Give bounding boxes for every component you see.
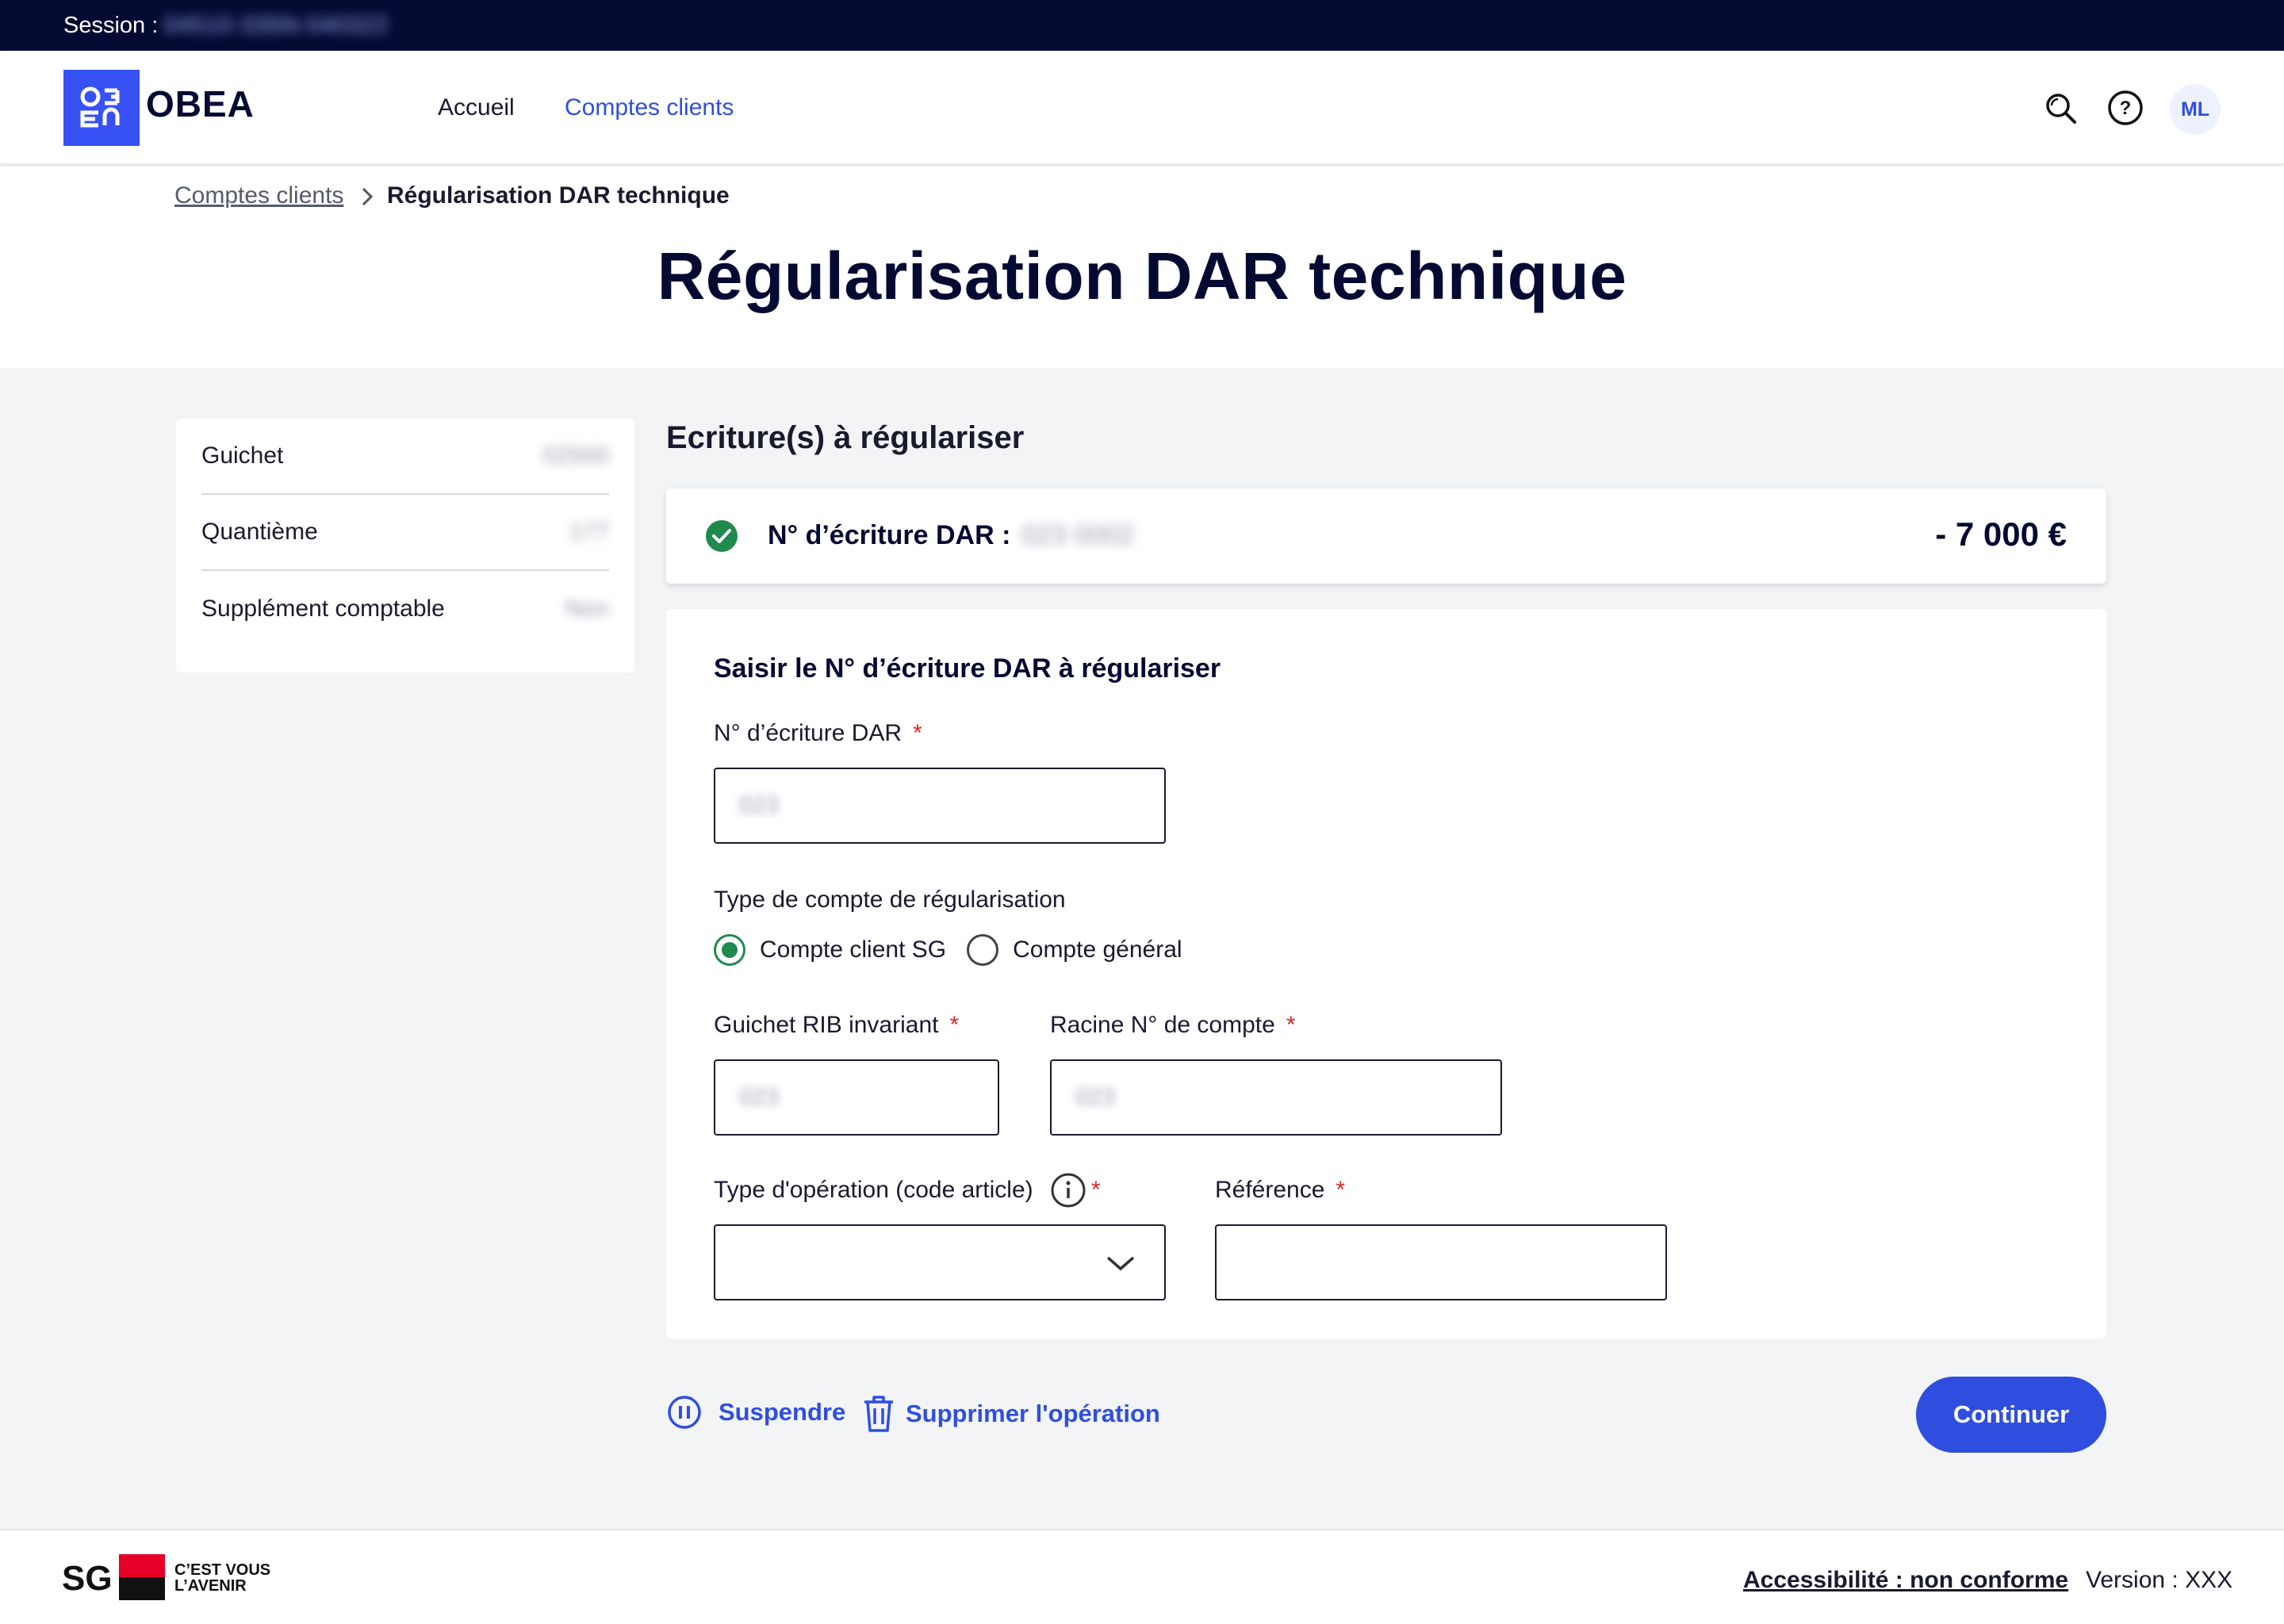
chevron-right-icon xyxy=(358,182,377,215)
racine-label-text: Racine N° de compte xyxy=(1050,1012,1275,1038)
racine-placeholder: 023 xyxy=(1075,1084,1116,1110)
operation-type-label: Type d'opération (code article) xyxy=(714,1177,1033,1204)
radio-compte-general[interactable] xyxy=(967,934,999,966)
breadcrumb-current: Régularisation DAR technique xyxy=(387,182,730,209)
info-icon[interactable] xyxy=(1050,1172,1086,1208)
summary-card: Guichet 02500 Quantième 177 Supplément c… xyxy=(176,419,634,672)
summary-value: Non xyxy=(565,596,609,622)
sg-slogan-line2: L’AVENIR xyxy=(174,1577,247,1595)
guichet-rib-input[interactable]: 023 xyxy=(714,1059,999,1136)
trash-icon xyxy=(864,1396,893,1432)
required-marker: * xyxy=(1286,1012,1296,1038)
summary-label: Guichet xyxy=(201,442,284,469)
delete-operation-button[interactable]: Supprimer l'opération xyxy=(861,1394,1160,1434)
guichet-rib-placeholder: 023 xyxy=(739,1084,780,1110)
suspend-button[interactable]: Suspendre xyxy=(666,1394,845,1431)
app-header: OBEA Accueil Comptes clients ? ML xyxy=(0,51,2284,165)
dar-entry-card: N° d’écriture DAR : 023 0002 - 7 000 € xyxy=(666,488,2106,584)
delete-operation-label[interactable]: Supprimer l'opération xyxy=(906,1400,1160,1428)
sg-slogan-line1: C’EST VOUS xyxy=(174,1561,271,1579)
required-marker: * xyxy=(913,720,922,746)
footer: SG C’EST VOUS L’AVENIR Accessibilité : n… xyxy=(0,1529,2284,1624)
dar-number-label: N° d’écriture DAR * xyxy=(714,720,922,747)
dar-entry-number: 023 0002 xyxy=(1021,520,1134,550)
sg-flag-logo xyxy=(119,1554,165,1600)
sg-slogan: C’EST VOUS L’AVENIR xyxy=(174,1562,270,1594)
search-icon[interactable] xyxy=(2040,87,2081,128)
reference-label-text: Référence xyxy=(1215,1177,1325,1203)
summary-label: Quantième xyxy=(201,519,318,545)
required-marker: * xyxy=(1091,1177,1101,1203)
accessibility-link[interactable]: Accessibilité : non conforme xyxy=(1743,1567,2068,1594)
account-type-radio-group: Compte client SG Compte général xyxy=(714,934,1203,966)
session-label: Session : xyxy=(63,12,159,38)
regularisation-form: Saisir le N° d’écriture DAR à régularise… xyxy=(666,609,2106,1339)
reference-input[interactable] xyxy=(1215,1224,1667,1300)
help-icon[interactable]: ? xyxy=(2105,87,2146,128)
operation-type-select[interactable] xyxy=(714,1224,1166,1300)
account-type-label: Type de compte de régularisation xyxy=(714,887,1066,913)
racine-label: Racine N° de compte * xyxy=(1050,1012,1296,1039)
check-circle-icon xyxy=(704,519,739,557)
nav-home[interactable]: Accueil xyxy=(438,94,515,121)
brand-name: OBEA xyxy=(146,83,255,124)
radio-label[interactable]: Compte client SG xyxy=(760,936,946,963)
dar-number-placeholder: 023 xyxy=(739,792,780,818)
section-title: Ecriture(s) à régulariser xyxy=(666,420,1025,455)
nav-client-accounts[interactable]: Comptes clients xyxy=(565,94,734,121)
dar-number-label-text: N° d’écriture DAR xyxy=(714,720,902,746)
required-marker: * xyxy=(949,1012,960,1038)
summary-row-supplement: Supplément comptable Non xyxy=(201,571,609,647)
summary-label: Supplément comptable xyxy=(201,596,445,622)
required-marker: * xyxy=(1336,1177,1346,1203)
session-bar: Session : 04510-335N-040322 xyxy=(0,0,2284,51)
summary-value: 177 xyxy=(569,519,609,545)
radio-compte-client-sg[interactable] xyxy=(714,934,745,966)
dar-entry-label: N° d’écriture DAR : xyxy=(768,520,1011,550)
svg-text:?: ? xyxy=(2120,98,2132,119)
user-avatar[interactable]: ML xyxy=(2170,84,2221,135)
continue-button[interactable]: Continuer xyxy=(1916,1377,2106,1453)
summary-value: 02500 xyxy=(542,442,609,469)
version-text: Version : XXX xyxy=(2086,1567,2233,1593)
operation-type-label-text: Type d'opération (code article) xyxy=(714,1177,1033,1203)
suspend-label[interactable]: Suspendre xyxy=(719,1398,845,1427)
sg-logo-text: SG xyxy=(62,1559,113,1598)
obea-logo-icon[interactable] xyxy=(63,70,140,146)
radio-label[interactable]: Compte général xyxy=(1013,936,1182,963)
breadcrumb-parent[interactable]: Comptes clients xyxy=(174,182,343,209)
form-title: Saisir le N° d’écriture DAR à régularise… xyxy=(714,653,1221,684)
guichet-rib-label: Guichet RIB invariant * xyxy=(714,1012,959,1039)
session-id: 04510-335N-040322 xyxy=(164,12,389,38)
guichet-rib-label-text: Guichet RIB invariant xyxy=(714,1012,939,1038)
pause-circle-icon xyxy=(668,1396,701,1429)
summary-row-quantieme: Quantième 177 xyxy=(201,495,609,571)
page-title: Régularisation DAR technique xyxy=(657,239,1627,313)
reference-label: Référence * xyxy=(1215,1177,1345,1204)
summary-row-guichet: Guichet 02500 xyxy=(201,419,609,495)
dar-number-input[interactable]: 023 xyxy=(714,768,1166,844)
dar-entry-amount: - 7 000 € xyxy=(1935,515,2067,553)
chevron-down-icon xyxy=(1106,1256,1135,1271)
racine-input[interactable]: 023 xyxy=(1050,1059,1502,1136)
